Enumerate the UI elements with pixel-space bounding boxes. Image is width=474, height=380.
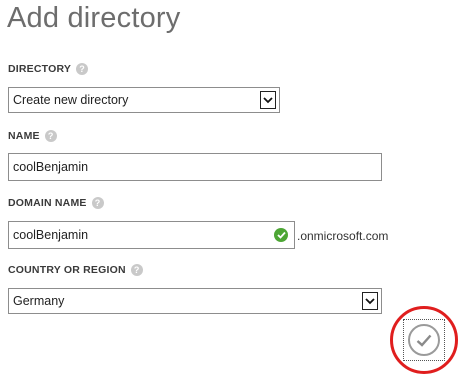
domain-name-label-text: DOMAIN NAME [8, 197, 87, 209]
directory-label-text: DIRECTORY [8, 63, 72, 75]
country-select-value: Germany [13, 294, 65, 308]
help-icon[interactable]: ? [91, 197, 104, 209]
country-label-text: COUNTRY OR REGION [8, 264, 126, 276]
country-label: COUNTRY OR REGION ? [8, 264, 143, 276]
name-input[interactable]: coolBenjamin [8, 153, 382, 181]
domain-name-input[interactable]: coolBenjamin [8, 221, 295, 249]
chevron-down-icon[interactable] [362, 292, 378, 310]
domain-name-input-value: coolBenjamin [13, 228, 89, 242]
name-label-text: NAME [8, 130, 40, 142]
checkmark-icon [416, 334, 432, 347]
directory-label: DIRECTORY ? [8, 63, 89, 75]
help-icon[interactable]: ? [76, 63, 89, 75]
country-select[interactable]: Germany [8, 288, 382, 314]
confirm-button[interactable] [403, 319, 445, 361]
directory-select[interactable]: Create new directory [8, 87, 280, 113]
chevron-down-icon[interactable] [260, 91, 276, 109]
name-input-value: coolBenjamin [13, 160, 89, 174]
page-title: Add directory [7, 2, 181, 34]
name-label: NAME ? [8, 130, 57, 142]
help-icon[interactable]: ? [130, 264, 143, 276]
domain-suffix: .onmicrosoft.com [297, 229, 389, 243]
directory-select-value: Create new directory [13, 93, 129, 107]
checkmark-circle-icon [274, 228, 288, 242]
domain-name-label: DOMAIN NAME ? [8, 197, 104, 209]
help-icon[interactable]: ? [44, 130, 57, 142]
confirm-button-circle [408, 324, 440, 356]
